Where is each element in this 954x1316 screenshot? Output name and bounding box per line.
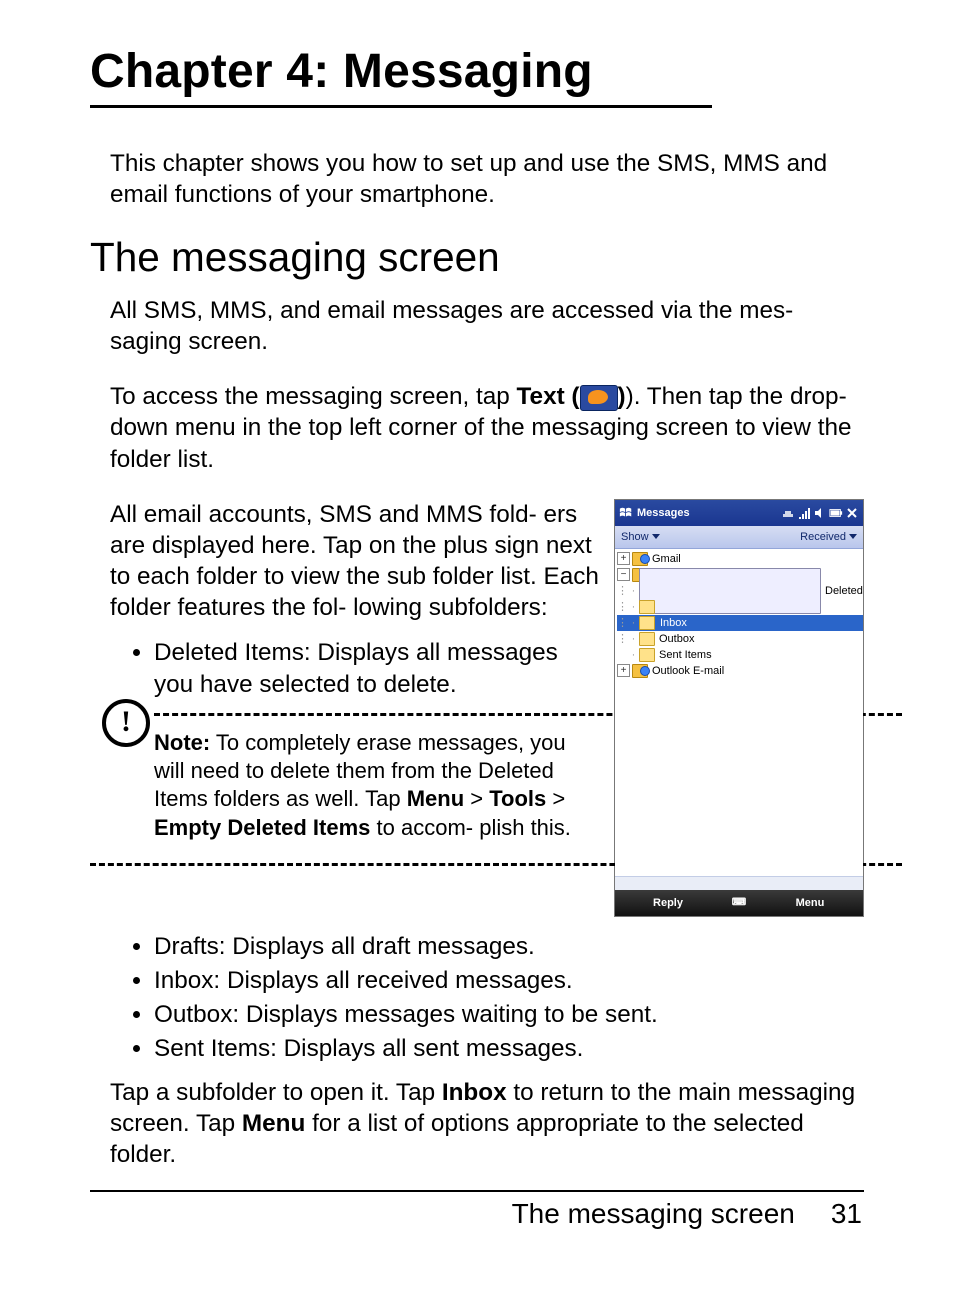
text-bold: Empty Deleted Items: [154, 815, 370, 840]
folder-icon: [639, 600, 655, 614]
folder-icon: [639, 632, 655, 646]
speaker-icon: [813, 506, 827, 520]
close-icon: [845, 506, 859, 520]
tree-item-outlook[interactable]: +Outlook E-mail: [617, 663, 863, 679]
mail-account-icon: [632, 664, 648, 678]
text-bold: Text (: [517, 383, 580, 410]
folder-icon: [639, 616, 655, 630]
list-item: Inbox: Displays all received messages.: [154, 965, 864, 997]
text-run: To access the messaging screen, tap: [110, 383, 517, 410]
note-label: Note:: [154, 730, 210, 755]
signal-icon: [797, 506, 811, 520]
battery-icon: [829, 506, 843, 520]
list-item: Deleted Items: Displays all messages you…: [154, 637, 602, 701]
intro-paragraph: This chapter shows you how to set up and…: [90, 148, 864, 210]
expand-icon[interactable]: +: [617, 664, 630, 677]
chapter-title: Chapter 4: Messaging: [90, 44, 864, 99]
tree-item-gmail[interactable]: +Gmail: [617, 551, 863, 567]
footer-rule: [90, 1190, 864, 1192]
chevron-down-icon: [849, 534, 857, 539]
connectivity-icon: [781, 506, 795, 520]
show-dropdown[interactable]: Show: [621, 531, 660, 543]
paragraph-3: All email accounts, SMS and MMS fold- er…: [90, 499, 602, 623]
chapter-rule: [90, 105, 712, 108]
list-item: Drafts: Displays all draft messages.: [154, 931, 864, 963]
page-footer: The messaging screen 31: [90, 1198, 864, 1230]
received-dropdown[interactable]: Received: [800, 531, 857, 543]
text-run: Tap a subfolder to open it. Tap: [110, 1079, 442, 1106]
warning-icon: !: [102, 699, 150, 747]
bullet-list-2: Drafts: Displays all draft messages. Inb…: [90, 931, 864, 1065]
device-screenshot: Messages Show Received +Gmail −M: [614, 499, 864, 917]
text-bold: Menu: [242, 1110, 305, 1137]
screenshot-titlebar: Messages: [615, 500, 863, 526]
text-bold: Inbox: [442, 1079, 507, 1106]
tree-item-outbox[interactable]: ⋮·Outbox: [617, 631, 863, 647]
windows-logo-icon: [619, 506, 633, 520]
text-run: >: [464, 786, 489, 811]
paragraph-4: Tap a subfolder to open it. Tap Inbox to…: [110, 1077, 864, 1170]
screenshot-body: +Gmail −Messages ⋮·Deleted Items ⋮·Draft…: [615, 549, 863, 876]
text-bold: Menu: [407, 786, 464, 811]
reply-button[interactable]: Reply: [615, 897, 721, 909]
mail-account-icon: [632, 552, 648, 566]
menu-button[interactable]: Menu: [757, 897, 863, 909]
footer-section-label: The messaging screen: [512, 1198, 795, 1230]
tree-item-deleted[interactable]: ⋮·Deleted Items: [617, 583, 863, 599]
text-bold: ): [618, 383, 626, 410]
note-callout: ! Note: To completely erase messages, yo…: [90, 711, 602, 860]
chevron-down-icon: [652, 534, 660, 539]
text-app-icon: [580, 385, 618, 411]
list-item: Outbox: Displays messages waiting to be …: [154, 999, 864, 1031]
keyboard-icon[interactable]: ⌨: [721, 897, 757, 908]
paragraph-2: To access the messaging screen, tap Text…: [90, 381, 864, 474]
folder-icon: [639, 568, 821, 614]
folder-tree: +Gmail −Messages ⋮·Deleted Items ⋮·Draft…: [615, 549, 863, 876]
paragraph-1: All SMS, MMS, and email messages are acc…: [90, 295, 864, 357]
text-run: >: [546, 786, 565, 811]
collapse-icon[interactable]: −: [617, 568, 630, 581]
screenshot-toolbar: Show Received: [615, 526, 863, 549]
list-item: Sent Items: Displays all sent messages.: [154, 1033, 864, 1065]
screenshot-softkeys: Reply ⌨ Menu: [615, 890, 863, 916]
tree-item-inbox[interactable]: ⋮·Inbox: [617, 615, 863, 631]
document-page: Chapter 4: Messaging This chapter shows …: [0, 0, 954, 1316]
folder-icon: [639, 648, 655, 662]
expand-icon[interactable]: +: [617, 552, 630, 565]
scrollbar-horizontal[interactable]: [615, 876, 863, 890]
text-bold: Tools: [489, 786, 546, 811]
bullet-list: Deleted Items: Displays all messages you…: [90, 637, 602, 701]
screenshot-title: Messages: [637, 507, 690, 519]
page-number: 31: [831, 1198, 862, 1230]
section-heading: The messaging screen: [90, 234, 864, 281]
tree-item-sent[interactable]: ·Sent Items: [617, 647, 863, 663]
text-run: to accom- plish this.: [370, 815, 571, 840]
